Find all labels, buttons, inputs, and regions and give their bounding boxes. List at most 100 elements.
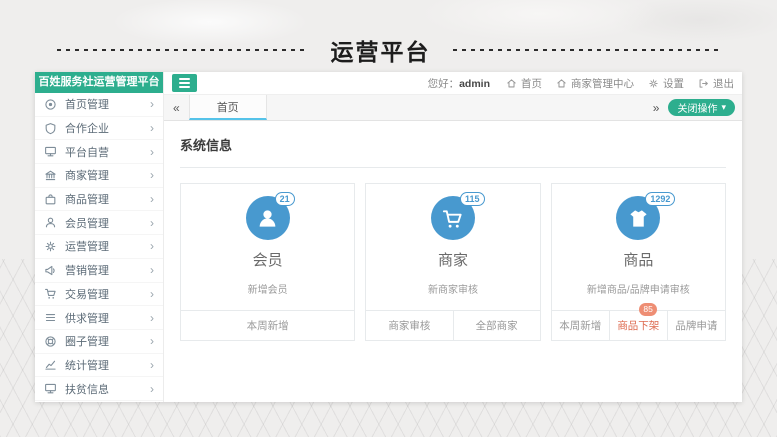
chevron-right-icon [150,335,154,347]
content-area: 系统信息 21 会员 新增会员 本周新增 115 商家 新商家审核 商家审核 全部… [164,121,742,402]
chevron-right-icon [150,312,154,324]
bag-icon [44,193,57,206]
app-window: 百姓服务社运营管理平台 首页管理 合作企业 平台自营 商家管理 商品管理 会员管… [35,72,742,402]
topbar-link[interactable]: 首页 [506,76,542,91]
masthead: 运营平台 [0,34,777,66]
signout-icon [699,78,708,88]
card-footer: 本周新增 [181,310,355,340]
home-icon [557,78,566,87]
chevron-right-icon [150,146,154,158]
sidebar-menu-item[interactable]: 首页管理 [35,93,163,117]
tab-bar: 首页 关闭操作 [164,94,742,121]
shield-icon [44,122,57,135]
sidebar-menu-item[interactable]: 运营管理 [35,235,163,259]
sidebar-menu: 首页管理 合作企业 平台自营 商家管理 商品管理 会员管理 运营管理 营销管理 … [35,93,163,401]
topbar-link[interactable]: 商家管理中心 [556,76,634,91]
close-operations-button[interactable]: 关闭操作 [668,99,735,116]
topbar-link-label: 商家管理中心 [571,77,634,90]
card-footer-link[interactable]: 本周新增 [552,311,609,340]
count-badge: 85 [639,303,657,316]
topbar-link-label: 设置 [663,77,684,90]
card-footer-link[interactable]: 品牌申请 [666,311,725,340]
chevron-right-icon [150,383,154,395]
topbar-link[interactable]: 设置 [648,76,684,91]
sidebar-item-label: 平台自营 [65,146,109,159]
chevron-right-icon [150,359,154,371]
dashed-line-left [56,49,309,51]
sidebar-menu-item[interactable]: 圈子管理 [35,330,163,354]
cart-icon [443,209,463,229]
sidebar-item-label: 商家管理 [65,170,109,183]
card-title: 商品 [623,252,654,269]
sidebar-item-label: 首页管理 [65,99,109,112]
sidebar-item-label: 商品管理 [65,194,109,207]
card-footer-link[interactable]: 全部商家 [452,311,540,340]
topbar-link[interactable]: 退出 [698,76,734,91]
chevron-right-icon [150,288,154,300]
greeting-text: 您好：admin [427,77,490,90]
tab-scroll-right-icon[interactable] [644,102,669,114]
sidebar-item-label: 营销管理 [65,265,109,278]
topbar-link-label: 首页 [521,77,542,90]
monitor-icon [44,382,57,395]
caret-down-icon [721,102,726,113]
chevron-right-icon [150,193,154,205]
sidebar-menu-item[interactable]: 交易管理 [35,283,163,307]
top-navbar: 您好：admin 首页 商家管理中心 设置 退出 [164,72,742,94]
chevron-right-icon [150,217,154,229]
sidebar-menu-item[interactable]: 合作企业 [35,117,163,141]
tab-home[interactable]: 首页 [188,95,267,120]
card-title: 商家 [437,252,468,269]
topbar-link-label: 退出 [713,77,734,90]
sidebar-menu-item[interactable]: 商品管理 [35,188,163,212]
card-subtitle: 新增商品/品牌申请审核 [586,285,690,296]
user-icon [44,216,57,229]
gears-icon [649,78,658,88]
bullhorn-icon [44,264,57,277]
sidebar-brand: 百姓服务社运营管理平台 [35,72,163,93]
card-footer-link[interactable]: 商家审核 [366,311,452,340]
section-title: 系统信息 [180,131,726,168]
dashboard-icon [44,98,57,111]
card-footer-link[interactable]: 商品下架 85 [608,303,667,340]
cart-icon [44,287,57,300]
sidebar-menu-item[interactable]: 会员管理 [35,211,163,236]
card-subtitle: 新商家审核 [427,285,478,296]
stat-card: 115 商家 新商家审核 商家审核 全部商家 [365,183,541,341]
username: admin [459,77,490,90]
card-subtitle: 新增会员 [247,285,288,296]
sidebar-menu-item[interactable]: 供求管理 [35,306,163,330]
stat-card: 21 会员 新增会员 本周新增 [180,183,356,341]
sidebar-item-label: 运营管理 [65,241,109,254]
count-badge: 1292 [645,192,676,206]
chevron-right-icon [150,98,154,110]
chevron-right-icon [150,264,154,276]
sidebar-item-label: 会员管理 [65,217,109,230]
sidebar-menu-item[interactable]: 商家管理 [35,164,163,188]
chevron-right-icon [150,169,154,181]
chart-icon [44,358,57,371]
count-badge: 21 [274,192,295,206]
chevron-right-icon [150,240,154,252]
user-icon [259,209,276,227]
dashed-line-right [452,49,721,51]
menu-toggle-button[interactable] [172,74,197,92]
ring-icon [44,335,57,348]
sidebar-item-label: 供求管理 [65,312,109,325]
sidebar-item-label: 统计管理 [65,359,109,372]
sidebar-menu-item[interactable]: 营销管理 [35,259,163,283]
card-footer-link[interactable]: 本周新增 [181,311,354,340]
topbar-links: 首页 商家管理中心 设置 退出 [506,76,734,91]
sidebar-menu-item[interactable]: 统计管理 [35,354,163,378]
sidebar-item-label: 交易管理 [65,288,109,301]
page-title: 运营平台 [330,39,431,65]
monitor-icon [44,145,57,158]
sidebar-menu-item[interactable]: 平台自营 [35,140,163,165]
chevron-right-icon [150,122,154,134]
bank-icon [44,169,57,182]
home-icon [507,78,516,87]
sidebar-menu-item[interactable]: 扶贫信息 [35,377,163,401]
tab-scroll-left-icon[interactable] [164,102,189,114]
main-column: 您好：admin 首页 商家管理中心 设置 退出 首页 关闭操作 系统信息 [164,72,742,402]
list-icon [44,311,57,324]
